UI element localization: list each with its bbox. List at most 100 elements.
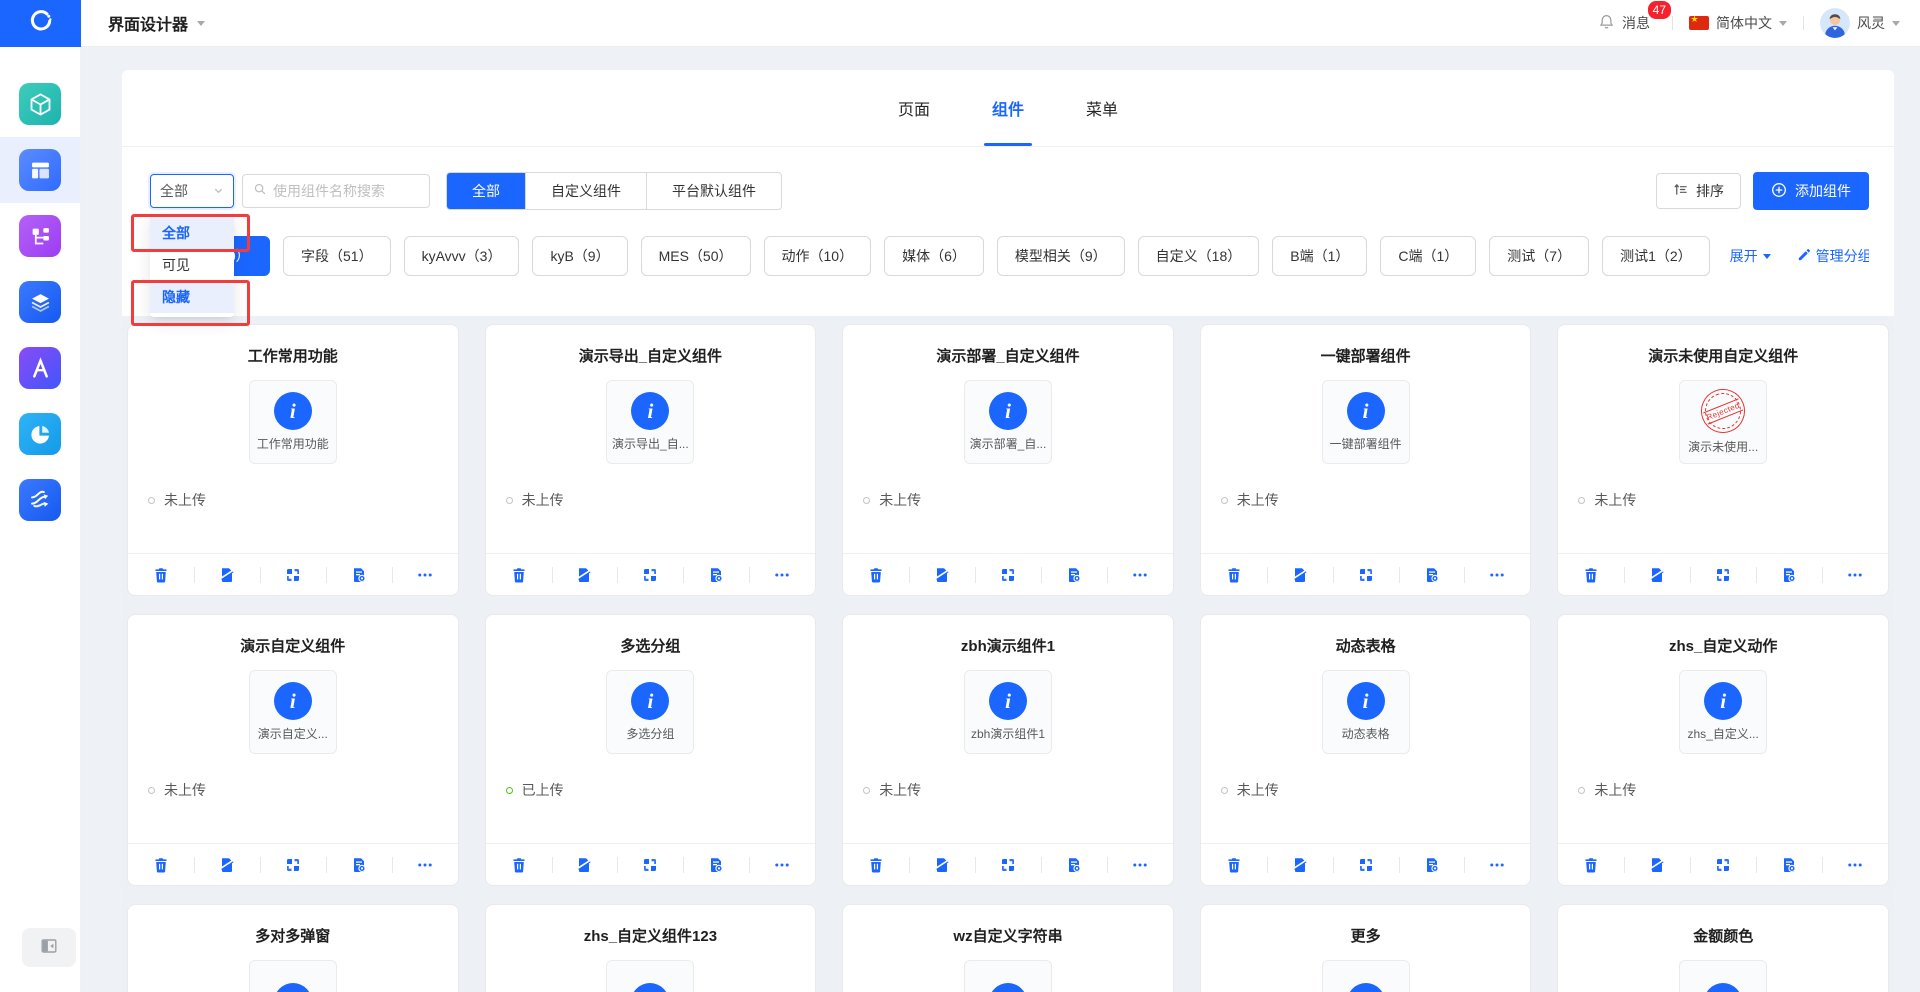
group-chip[interactable]: B端（1）	[1272, 236, 1367, 276]
unpublish-button[interactable]	[909, 844, 975, 885]
delete-button[interactable]	[486, 554, 552, 595]
swap-button[interactable]	[260, 554, 326, 595]
more-button[interactable]	[1822, 844, 1888, 885]
delete-button[interactable]	[843, 554, 909, 595]
more-button[interactable]	[1822, 554, 1888, 595]
messages-label: 消息	[1622, 13, 1650, 33]
swap-button[interactable]	[975, 844, 1041, 885]
sort-button[interactable]: 排序	[1656, 173, 1741, 209]
visibility-option[interactable]: 全部	[150, 217, 234, 249]
sidebar-item-interface-designer[interactable]	[0, 137, 80, 203]
group-chip[interactable]: 测试（7）	[1489, 236, 1589, 276]
group-chip[interactable]: C端（1）	[1380, 236, 1476, 276]
tab-menus[interactable]: 菜单	[1086, 70, 1118, 146]
configure-button[interactable]	[1041, 554, 1107, 595]
unpublish-button[interactable]	[1624, 844, 1690, 885]
more-button[interactable]	[1464, 554, 1530, 595]
component-search-input[interactable]	[273, 183, 419, 199]
more-button[interactable]	[1107, 554, 1173, 595]
swap-button[interactable]	[617, 844, 683, 885]
configure-button[interactable]	[326, 554, 392, 595]
swap-button[interactable]	[1333, 844, 1399, 885]
collapse-panel-icon	[39, 936, 59, 959]
group-chip[interactable]: 字段（51）	[283, 236, 391, 276]
delete-button[interactable]	[128, 554, 194, 595]
swap-button[interactable]	[260, 844, 326, 885]
unpublish-icon	[1292, 857, 1308, 873]
group-chip[interactable]: 测试1（2）	[1602, 236, 1710, 276]
add-component-button[interactable]: 添加组件	[1753, 172, 1869, 210]
swap-button[interactable]	[1690, 554, 1756, 595]
app-logo[interactable]	[0, 0, 81, 47]
swap-button[interactable]	[1690, 844, 1756, 885]
configure-button[interactable]	[1399, 844, 1465, 885]
segment-platform[interactable]: 平台默认组件	[646, 173, 781, 209]
segment-all[interactable]: 全部	[447, 173, 525, 209]
component-name: zhs_自定义动作	[1558, 635, 1888, 656]
group-chip[interactable]: 模型相关（9）	[997, 236, 1125, 276]
chevron-down-icon	[1892, 21, 1900, 26]
unpublish-button[interactable]	[552, 844, 618, 885]
user-menu[interactable]: 风灵	[1820, 8, 1900, 38]
sidebar-item-analytics[interactable]	[0, 401, 80, 467]
more-icon	[1489, 857, 1505, 873]
group-chip[interactable]: kyB（9）	[532, 236, 627, 276]
swap-button[interactable]	[975, 554, 1041, 595]
sidebar-item-ai-assistant[interactable]	[0, 335, 80, 401]
segment-custom[interactable]: 自定义组件	[525, 173, 646, 209]
unpublish-button[interactable]	[552, 554, 618, 595]
sidebar-item-model-designer[interactable]	[0, 71, 80, 137]
configure-button[interactable]	[683, 554, 749, 595]
configure-button[interactable]	[1756, 844, 1822, 885]
unpublish-button[interactable]	[1624, 554, 1690, 595]
more-button[interactable]	[749, 844, 815, 885]
delete-button[interactable]	[843, 844, 909, 885]
unpublish-button[interactable]	[1267, 554, 1333, 595]
swap-button[interactable]	[1333, 554, 1399, 595]
configure-button[interactable]	[1399, 554, 1465, 595]
more-button[interactable]	[1107, 844, 1173, 885]
app-title[interactable]: 界面设计器	[108, 11, 205, 35]
unpublish-button[interactable]	[194, 844, 260, 885]
configure-button[interactable]	[1041, 844, 1107, 885]
info-icon: i	[1347, 983, 1385, 992]
visibility-option[interactable]: 可见	[150, 249, 234, 281]
tab-components[interactable]: 组件	[992, 70, 1024, 146]
tab-pages[interactable]: 页面	[898, 70, 930, 146]
expand-groups-link[interactable]: 展开	[1730, 246, 1771, 266]
more-button[interactable]	[749, 554, 815, 595]
group-chip[interactable]: 媒体（6）	[884, 236, 984, 276]
more-button[interactable]	[1464, 844, 1530, 885]
configure-button[interactable]	[326, 844, 392, 885]
configure-button[interactable]	[1756, 554, 1822, 595]
messages-button[interactable]: 消息 47	[1598, 13, 1656, 33]
sidebar-item-data-layers[interactable]	[0, 269, 80, 335]
component-card: 一键部署组件i一键部署组件未上传	[1200, 324, 1532, 596]
group-chip[interactable]: MES（50）	[641, 236, 751, 276]
collapse-sidebar-button[interactable]	[22, 928, 76, 967]
unpublish-button[interactable]	[1267, 844, 1333, 885]
delete-button[interactable]	[486, 844, 552, 885]
manage-groups-link[interactable]: 管理分组	[1797, 246, 1869, 266]
tab-bar: 页面组件菜单	[122, 70, 1894, 147]
delete-button[interactable]	[1201, 844, 1267, 885]
visibility-option[interactable]: 隐藏	[150, 281, 234, 313]
unpublish-button[interactable]	[909, 554, 975, 595]
group-chip[interactable]: 动作（10）	[764, 236, 872, 276]
unpublish-button[interactable]	[194, 554, 260, 595]
more-button[interactable]	[392, 844, 458, 885]
delete-button[interactable]	[1201, 554, 1267, 595]
upload-status: 未上传	[1221, 490, 1531, 510]
delete-button[interactable]	[1558, 554, 1624, 595]
delete-button[interactable]	[128, 844, 194, 885]
language-selector[interactable]: 简体中文	[1689, 13, 1787, 33]
configure-button[interactable]	[683, 844, 749, 885]
swap-button[interactable]	[617, 554, 683, 595]
more-button[interactable]	[392, 554, 458, 595]
sidebar-item-integrations[interactable]	[0, 467, 80, 533]
group-chip[interactable]: kyAvvv（3）	[404, 236, 520, 276]
delete-button[interactable]	[1558, 844, 1624, 885]
visibility-select[interactable]: 全部	[150, 174, 234, 208]
group-chip[interactable]: 自定义（18）	[1138, 236, 1260, 276]
sidebar-item-process-designer[interactable]	[0, 203, 80, 269]
